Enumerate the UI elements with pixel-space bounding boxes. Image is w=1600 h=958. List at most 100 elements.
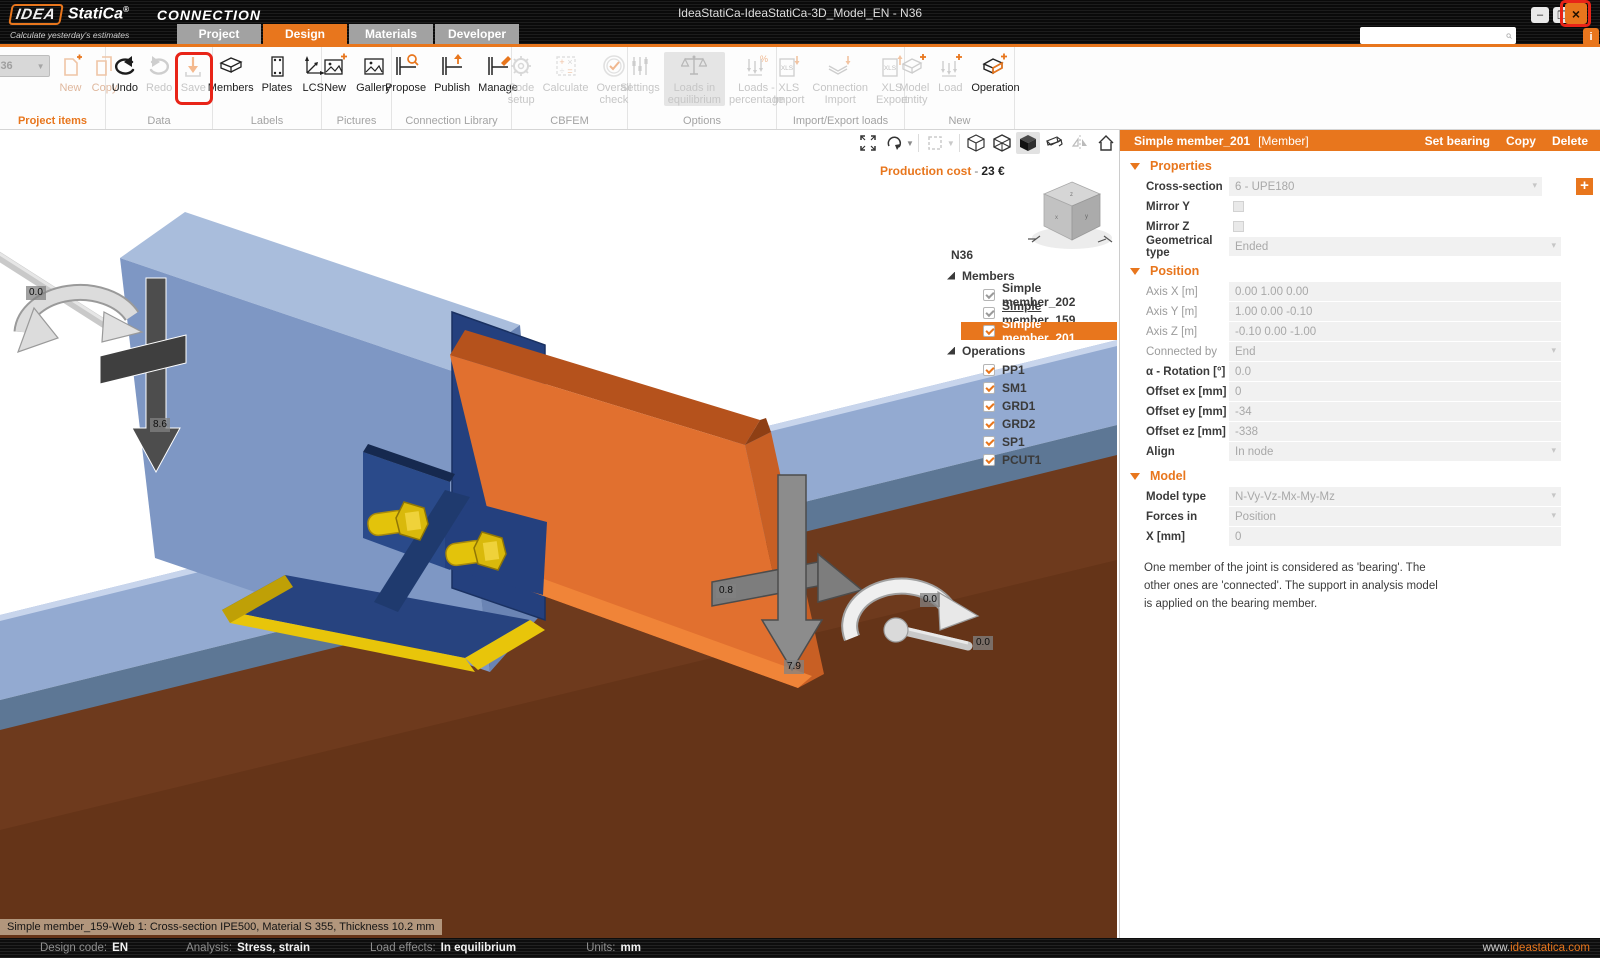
minimize-button[interactable]: – bbox=[1531, 7, 1549, 23]
geometrical-type-select[interactable]: Ended bbox=[1229, 237, 1561, 256]
rotation-arrow-left bbox=[0, 249, 142, 352]
mirror-view-icon[interactable] bbox=[1068, 132, 1092, 154]
chevron-down-icon: ▼ bbox=[37, 62, 45, 71]
svg-text:x: x bbox=[1055, 215, 1058, 221]
row-offset-ez: Offset ez [mm] -338 bbox=[1146, 422, 1600, 441]
axis-x-field[interactable]: 0.00 1.00 0.00 bbox=[1229, 282, 1561, 301]
expander-icon[interactable] bbox=[947, 347, 955, 355]
checkbox-checked-gray[interactable] bbox=[983, 307, 995, 319]
chevron-down-icon[interactable]: ▼ bbox=[947, 139, 955, 148]
operation-box-icon bbox=[982, 52, 1008, 80]
zoom-fit-icon[interactable] bbox=[856, 132, 880, 154]
selection-box-icon[interactable] bbox=[923, 132, 947, 154]
section-properties[interactable]: Properties bbox=[1130, 157, 1600, 175]
connected-by-select[interactable]: End bbox=[1229, 342, 1561, 361]
model-type-select[interactable]: N-Vy-Vz-Mx-My-Mz bbox=[1229, 487, 1561, 506]
status-bar: Design code: EN Analysis: Stress, strain… bbox=[0, 938, 1600, 958]
mirror-y-checkbox[interactable] bbox=[1233, 201, 1244, 212]
calculate-button[interactable]: +×÷= Calculate bbox=[539, 52, 593, 94]
alpha-rotation-field[interactable]: 0.0 bbox=[1229, 362, 1561, 381]
new-project-item-button[interactable]: New bbox=[54, 52, 88, 94]
rotate-view-icon[interactable] bbox=[882, 132, 906, 154]
tree-root-node[interactable]: N36 bbox=[951, 248, 1113, 262]
production-cost-label: Production cost bbox=[880, 164, 971, 178]
x-mm-field[interactable]: 0 bbox=[1229, 527, 1561, 546]
members-labels-button[interactable]: Members bbox=[204, 52, 258, 94]
model-entity-box-icon bbox=[901, 52, 927, 80]
cross-section-select[interactable]: 6 - UPE180 bbox=[1229, 177, 1542, 196]
navigation-cube: z x y bbox=[1028, 182, 1112, 249]
search-input[interactable] bbox=[1364, 30, 1506, 42]
connection-import-button[interactable]: Connection Import bbox=[808, 52, 872, 106]
analysis-label: Analysis: bbox=[186, 942, 232, 954]
plates-labels-button[interactable]: Plates bbox=[258, 52, 297, 94]
checkbox-checked-orange[interactable] bbox=[983, 436, 995, 448]
delete-member-button[interactable]: Delete bbox=[1552, 134, 1588, 148]
checkbox-checked-orange[interactable] bbox=[983, 400, 995, 412]
tree-item-sm1[interactable]: SM1 bbox=[983, 379, 1113, 397]
axis-y-field[interactable]: 1.00 0.00 -0.10 bbox=[1229, 302, 1561, 321]
load-value-chip: 0.8 bbox=[716, 584, 736, 598]
search-box[interactable] bbox=[1360, 27, 1516, 44]
set-bearing-button[interactable]: Set bearing bbox=[1425, 134, 1490, 148]
redo-button[interactable]: Redo bbox=[142, 52, 176, 94]
new-load-button[interactable]: Load bbox=[933, 52, 967, 94]
tree-item-grd2[interactable]: GRD2 bbox=[983, 415, 1113, 433]
undo-button[interactable]: Undo bbox=[108, 52, 142, 94]
website-link[interactable]: www.ideastatica.com bbox=[1483, 942, 1590, 954]
copy-member-button[interactable]: Copy bbox=[1506, 134, 1536, 148]
checkbox-checked-orange[interactable] bbox=[983, 382, 995, 394]
checkbox-checked-gray[interactable] bbox=[983, 289, 995, 301]
tree-item-member-201-selected[interactable]: Simple member_201 bbox=[961, 322, 1117, 340]
home-view-icon[interactable] bbox=[1094, 132, 1117, 154]
close-button[interactable]: × bbox=[1565, 3, 1587, 24]
wireframe-view-icon[interactable] bbox=[964, 132, 988, 154]
application-window: IDEA StatiCa® CONNECTION Calculate yeste… bbox=[0, 0, 1600, 958]
section-model[interactable]: Model bbox=[1130, 467, 1600, 485]
offset-ez-field[interactable]: -338 bbox=[1229, 422, 1561, 441]
checkbox-checked-orange[interactable] bbox=[983, 325, 995, 337]
publish-button[interactable]: Publish bbox=[430, 52, 474, 94]
tab-project[interactable]: Project bbox=[177, 24, 261, 44]
propose-button[interactable]: Propose bbox=[381, 52, 430, 94]
checkbox-checked-orange[interactable] bbox=[983, 364, 995, 376]
new-operation-button[interactable]: Operation bbox=[967, 52, 1023, 94]
project-selector[interactable]: N36▼ bbox=[0, 52, 54, 77]
redo-icon bbox=[146, 52, 172, 80]
loads-in-equilibrium-toggle[interactable]: Loads in equilibrium bbox=[664, 52, 725, 106]
3d-viewport[interactable]: z x y ▼ ▼ bbox=[0, 130, 1117, 938]
tree-item-sp1[interactable]: SP1 bbox=[983, 433, 1113, 451]
code-setup-button[interactable]: Code setup bbox=[504, 52, 539, 106]
settings-button[interactable]: Settings bbox=[616, 52, 664, 94]
add-cross-section-button[interactable]: + bbox=[1576, 178, 1593, 195]
row-offset-ey: Offset ey [mm] -34 bbox=[1146, 402, 1600, 421]
tab-developer[interactable]: Developer bbox=[435, 24, 519, 44]
load-value-chip: 0.0 bbox=[973, 636, 993, 650]
tree-group-operations[interactable]: Operations bbox=[947, 343, 1113, 358]
tab-design[interactable]: Design bbox=[263, 24, 347, 44]
forces-in-select[interactable]: Position bbox=[1229, 507, 1561, 526]
expander-icon[interactable] bbox=[947, 272, 955, 280]
axis-z-field[interactable]: -0.10 0.00 -1.00 bbox=[1229, 322, 1561, 341]
mirror-z-checkbox[interactable] bbox=[1233, 221, 1244, 232]
checkbox-checked-orange[interactable] bbox=[983, 418, 995, 430]
section-position[interactable]: Position bbox=[1130, 262, 1600, 280]
offset-ex-field[interactable]: 0 bbox=[1229, 382, 1561, 401]
transparent-view-icon[interactable] bbox=[990, 132, 1014, 154]
offset-ey-field[interactable]: -34 bbox=[1229, 402, 1561, 421]
tree-item-member-159[interactable]: Simple member_159 bbox=[983, 304, 1113, 322]
tree-item-pp1[interactable]: PP1 bbox=[983, 361, 1113, 379]
xls-import-button[interactable]: XLS XLS Import bbox=[769, 52, 808, 106]
tree-item-grd1[interactable]: GRD1 bbox=[983, 397, 1113, 415]
ribbon: N36▼ New Copy Project items bbox=[0, 47, 1600, 130]
align-select[interactable]: In node bbox=[1229, 442, 1561, 461]
tab-materials[interactable]: Materials bbox=[349, 24, 433, 44]
exploded-view-icon[interactable] bbox=[1042, 132, 1066, 154]
tree-item-pcut1[interactable]: PCUT1 bbox=[983, 451, 1113, 469]
chevron-down-icon[interactable]: ▼ bbox=[906, 139, 914, 148]
info-button[interactable]: i bbox=[1583, 28, 1599, 46]
new-picture-button[interactable]: New bbox=[318, 52, 352, 94]
new-model-entity-button[interactable]: Model entity bbox=[895, 52, 933, 106]
solid-view-icon[interactable] bbox=[1016, 132, 1040, 154]
checkbox-checked-orange[interactable] bbox=[983, 454, 995, 466]
